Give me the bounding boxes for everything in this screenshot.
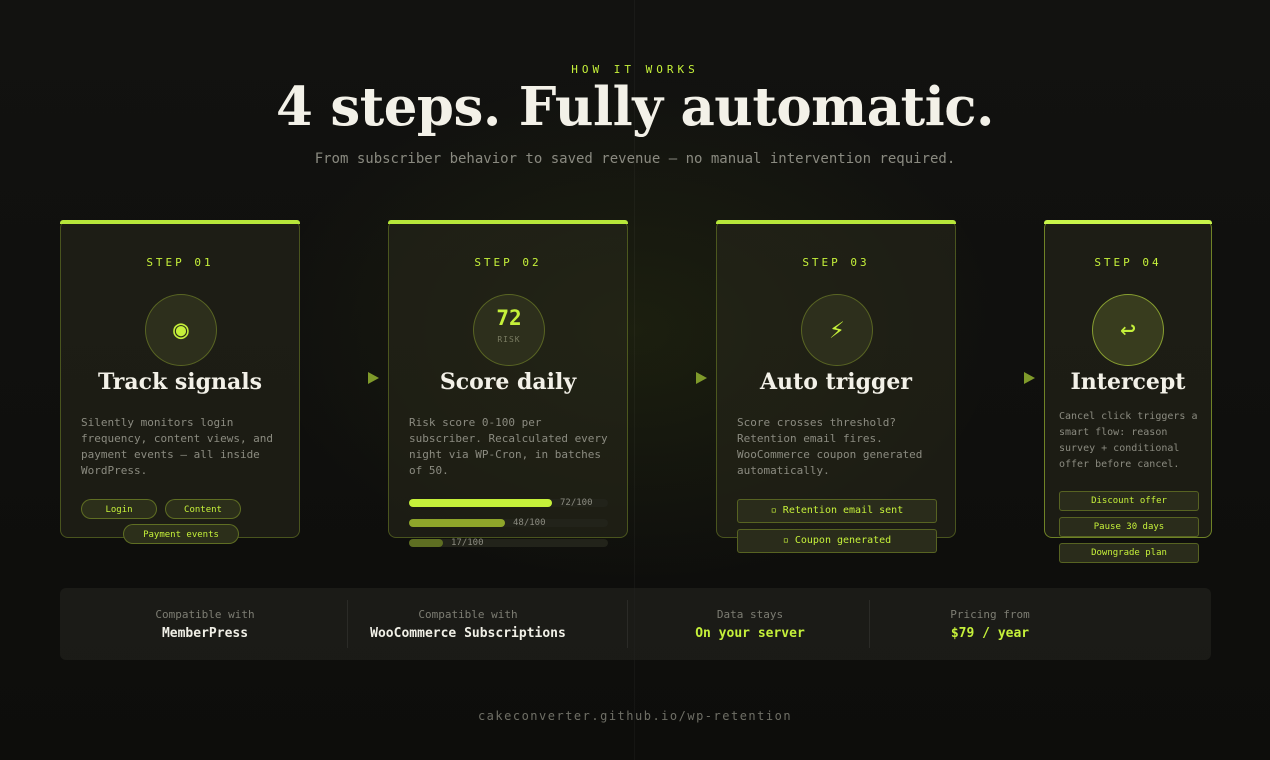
footer-url-link[interactable]: cakeconverter.github.io/wp-retention — [0, 709, 1270, 723]
flow-arrow-icon — [368, 372, 379, 384]
step-description: Silently monitors login frequency, conte… — [81, 416, 274, 477]
section-eyebrow: HOW IT WORKS — [571, 63, 699, 76]
pause-30-days-option[interactable]: Pause 30 days — [1059, 517, 1199, 537]
stat-value: $79 / year — [950, 626, 1030, 641]
page-title: 4 steps. Fully automatic. — [276, 76, 994, 138]
tag-login: Login — [81, 499, 157, 519]
card-accent-bar — [60, 220, 300, 224]
target-signal-icon: ◉ — [145, 294, 217, 366]
risk-score-value: 72 — [496, 306, 522, 330]
stat-value: WooCommerce Subscriptions — [370, 626, 566, 641]
icon-glyph: ⚡ — [829, 315, 845, 345]
stat-label: Compatible with — [418, 608, 518, 621]
bar-label: 48/100 — [513, 518, 546, 528]
discount-offer-option[interactable]: Discount offer — [1059, 491, 1199, 511]
risk-bar-3: 17/100 — [409, 538, 608, 548]
step-card-2: STEP 02 72 RISK Score daily Risk score 0… — [388, 220, 628, 548]
flow-arrow-icon — [696, 372, 707, 384]
page-subtitle: From subscriber behavior to saved revenu… — [314, 151, 956, 167]
stat-data-location: Data stays On your server — [628, 588, 872, 660]
step-label: STEP 02 — [474, 256, 542, 269]
card-accent-bar — [716, 220, 956, 224]
card-accent-bar — [388, 220, 628, 224]
step-card-1: STEP 01 ◉ Track signals Silently monitor… — [60, 220, 300, 544]
bar-label: 17/100 — [451, 538, 484, 548]
card-accent-bar — [1044, 220, 1212, 224]
step-description: Risk score 0-100 per subscriber. Recalcu… — [409, 416, 608, 477]
step-label: STEP 01 — [146, 256, 214, 269]
bar-label: 72/100 — [560, 498, 593, 508]
bar-fill — [409, 499, 552, 507]
flow-arrow-icon — [1024, 372, 1035, 384]
bar-fill — [409, 539, 443, 547]
stat-pricing: Pricing from $79 / year — [870, 588, 1110, 660]
step-label: STEP 03 — [802, 256, 870, 269]
return-arrow-icon: ↩ — [1092, 294, 1164, 366]
step-description: Score crosses threshold? Retention email… — [737, 416, 923, 477]
downgrade-plan-option[interactable]: Downgrade plan — [1059, 543, 1199, 563]
stat-label: Compatible with — [155, 608, 255, 621]
stat-woocommerce: Compatible with WooCommerce Subscription… — [348, 588, 588, 660]
step-title: Intercept — [1070, 369, 1186, 395]
stat-label: Data stays — [716, 608, 784, 621]
step-title: Track signals — [97, 369, 263, 395]
step-description: Cancel click triggers a smart flow: reas… — [1059, 411, 1198, 470]
stat-value: On your server — [695, 626, 805, 641]
risk-bar-1: 72/100 — [409, 498, 608, 508]
tag-content: Content — [165, 499, 241, 519]
stat-memberpress: Compatible with MemberPress — [80, 588, 330, 660]
lightning-icon: ⚡ — [801, 294, 873, 366]
step-title: Score daily — [439, 369, 577, 395]
stat-value: MemberPress — [161, 626, 249, 641]
bar-fill — [409, 519, 505, 527]
risk-bar-2: 48/100 — [409, 518, 608, 528]
step-card-3: STEP 03 ⚡ Auto trigger Score crosses thr… — [716, 220, 956, 553]
icon-glyph: ◉ — [173, 315, 189, 345]
step-title: Auto trigger — [759, 369, 913, 395]
risk-score-label: RISK — [497, 335, 521, 344]
coupon-generated-chip: ▫ Coupon generated — [737, 529, 937, 553]
step-card-4: STEP 04 ↩ Intercept Cancel click trigger… — [1044, 220, 1212, 563]
risk-score-badge: 72 RISK — [473, 294, 545, 366]
icon-glyph: ↩ — [1120, 315, 1136, 345]
step-label: STEP 04 — [1094, 256, 1162, 269]
retention-email-chip: ▫ Retention email sent — [737, 499, 937, 523]
tag-payment-events: Payment events — [123, 524, 239, 544]
stat-label: Pricing from — [950, 608, 1030, 621]
compatibility-strip: Compatible with MemberPress Compatible w… — [60, 588, 1211, 660]
